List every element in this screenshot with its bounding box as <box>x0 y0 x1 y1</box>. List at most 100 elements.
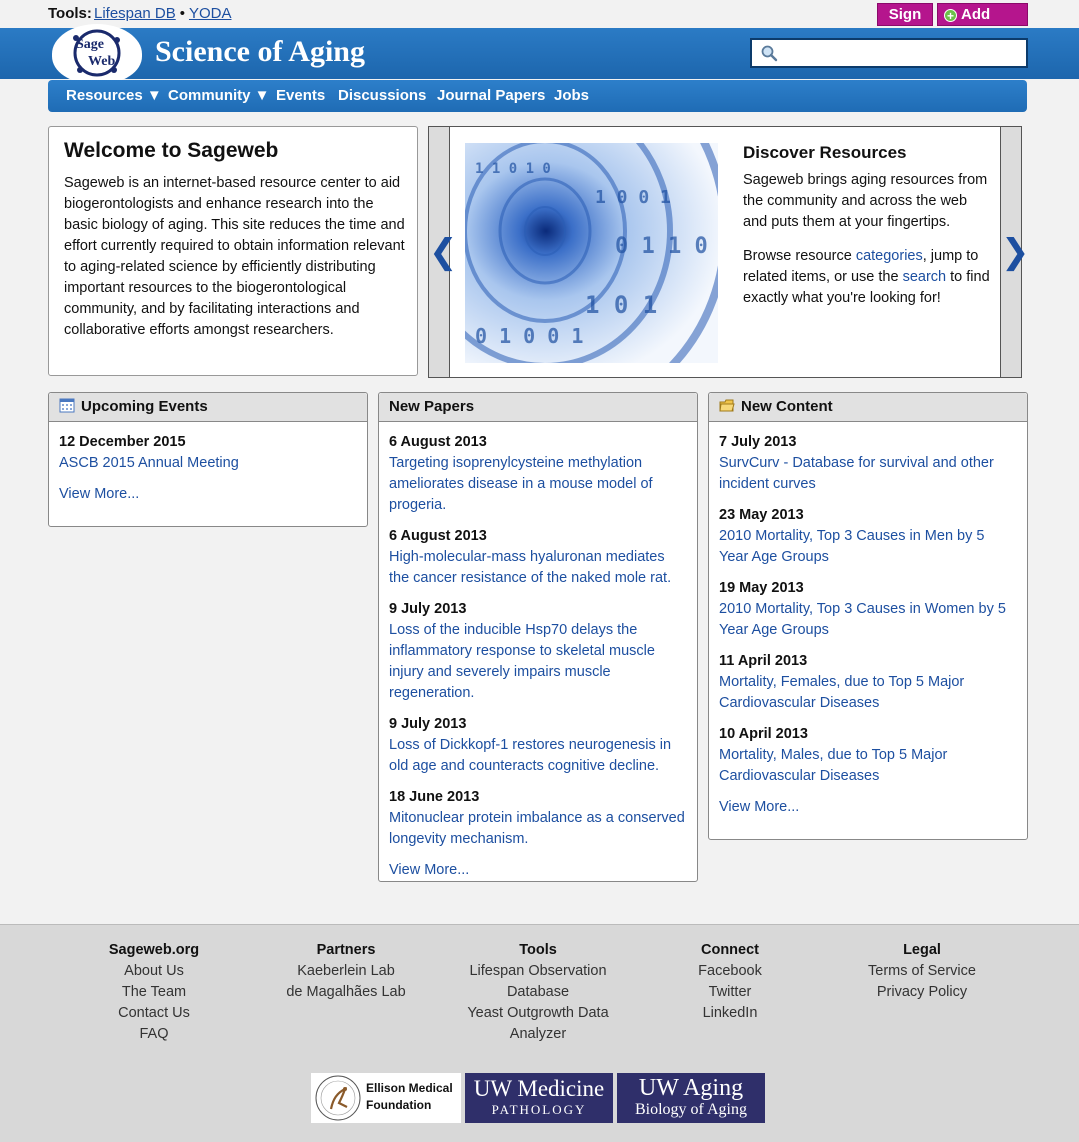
event-link[interactable]: ASCB 2015 Annual Meeting <box>59 455 239 471</box>
events-view-more-link[interactable]: View More... <box>59 484 357 505</box>
footer-col-title: Sageweb.org <box>108 942 200 958</box>
content-date: 11 April 2013 <box>719 653 808 669</box>
content-link[interactable]: Mortality, Males, due to Top 5 Major Car… <box>719 747 947 784</box>
new-content-list: 7 July 2013 SurvCurv - Database for surv… <box>709 422 1027 818</box>
new-papers-list: 6 August 2013 Targeting isoprenylcystein… <box>379 422 697 881</box>
new-content-title: New Content <box>741 398 833 415</box>
nav-resources[interactable]: Resources ▼ <box>66 87 162 104</box>
sign-in-button[interactable]: Sign In <box>877 3 933 44</box>
svg-text:1 1 0 1 0: 1 1 0 1 0 <box>475 161 551 177</box>
footer-link-privacy[interactable]: Privacy Policy <box>852 982 992 1003</box>
search-icon <box>761 45 778 62</box>
new-papers-title: New Papers <box>389 398 475 415</box>
content-date: 19 May 2013 <box>719 580 804 596</box>
new-content-panel: New Content 7 July 2013 SurvCurv - Datab… <box>708 392 1028 840</box>
upcoming-events-header: Upcoming Events <box>49 393 367 422</box>
content-date: 23 May 2013 <box>719 507 804 523</box>
uw-medicine-pathology-logo[interactable]: UW Medicine PATHOLOGY <box>465 1073 613 1123</box>
paper-date: 6 August 2013 <box>389 434 487 450</box>
footer-link-twitter[interactable]: Twitter <box>670 982 790 1003</box>
nav-events[interactable]: Events <box>276 87 325 104</box>
svg-text:0 1 1 0: 0 1 1 0 <box>615 234 708 259</box>
paper-date: 6 August 2013 <box>389 528 487 544</box>
categories-link[interactable]: categories <box>856 248 923 264</box>
site-title: Science of Aging <box>155 35 365 68</box>
upcoming-events-panel: Upcoming Events 12 December 2015 ASCB 20… <box>48 392 368 527</box>
paper-date: 9 July 2013 <box>389 601 467 617</box>
lifespan-db-link[interactable]: Lifespan DB <box>94 5 176 22</box>
svg-text:1 0 1: 1 0 1 <box>585 291 657 319</box>
paper-link[interactable]: High-molecular-mass hyaluronan mediates … <box>389 549 671 586</box>
footer-col-legal: Legal Terms of Service Privacy Policy <box>852 940 992 1003</box>
footer-link-about[interactable]: About Us <box>94 961 214 982</box>
list-item: 19 May 2013 2010 Mortality, Top 3 Causes… <box>719 578 1017 641</box>
list-item: 9 July 2013 Loss of Dickkopf-1 restores … <box>389 714 687 777</box>
footer-col-tools: Tools Lifespan Observation Database Yeas… <box>463 940 613 1045</box>
footer-link-kaeberlein[interactable]: Kaeberlein Lab <box>276 961 416 982</box>
yoda-link[interactable]: YODA <box>189 5 232 22</box>
search-input[interactable] <box>782 42 1022 64</box>
list-item: 6 August 2013 High-molecular-mass hyalur… <box>389 526 687 589</box>
footer-link-contact[interactable]: Contact Us <box>94 1003 214 1024</box>
welcome-title: Welcome to Sageweb <box>64 139 279 162</box>
add-post-button[interactable]: +Add Post <box>937 3 1028 44</box>
carousel-text-part: Browse resource <box>743 248 856 264</box>
content-link[interactable]: SurvCurv - Database for survival and oth… <box>719 455 994 492</box>
paper-link[interactable]: Mitonuclear protein imbalance as a conse… <box>389 810 685 847</box>
search-link[interactable]: search <box>903 269 947 285</box>
uwaging-line2: Biology of Aging <box>634 1101 747 1118</box>
uw-aging-logo[interactable]: UW Aging Biology of Aging <box>617 1073 765 1123</box>
footer-link-facebook[interactable]: Facebook <box>670 961 790 982</box>
nav-community[interactable]: Community ▼ <box>168 87 270 104</box>
tools-links: Lifespan DB • YODA <box>94 5 232 22</box>
logo-text-web: Web <box>88 54 115 69</box>
footer-link-yeast[interactable]: Yeast Outgrowth Data Analyzer <box>463 1003 613 1045</box>
papers-view-more-link[interactable]: View More... <box>389 860 687 881</box>
upcoming-events-title: Upcoming Events <box>81 398 208 415</box>
content-view-more-link[interactable]: View More... <box>719 797 1017 818</box>
list-item: 11 April 2013 Mortality, Females, due to… <box>719 651 1017 714</box>
nav-jobs[interactable]: Jobs <box>554 87 589 104</box>
content-link[interactable]: 2010 Mortality, Top 3 Causes in Women by… <box>719 601 1006 638</box>
footer-link-terms[interactable]: Terms of Service <box>852 961 992 982</box>
paper-date: 9 July 2013 <box>389 716 467 732</box>
tools-label: Tools: <box>48 5 92 22</box>
content-date: 7 July 2013 <box>719 434 797 450</box>
carousel-prev-button[interactable]: ❮ <box>429 127 458 377</box>
nav-journal-papers[interactable]: Journal Papers <box>437 87 545 104</box>
carousel-next-button[interactable]: ❯ <box>1000 127 1030 377</box>
main-nav: Resources ▼ Community ▼ Events Discussio… <box>48 80 1027 112</box>
ellison-foundation-logo[interactable]: Ellison Medical Foundation <box>311 1073 461 1123</box>
ellison-line1: Ellison Medical <box>366 1081 453 1095</box>
footer-link-faq[interactable]: FAQ <box>94 1024 214 1045</box>
footer-link-lifespan[interactable]: Lifespan Observation Database <box>463 961 613 1003</box>
sageweb-logo-icon: Sage Web <box>73 29 121 77</box>
chevron-left-icon: ❮ <box>429 233 458 271</box>
list-item: 7 July 2013 SurvCurv - Database for surv… <box>719 432 1017 495</box>
nav-discussions[interactable]: Discussions <box>338 87 426 104</box>
uwmed-line2: PATHOLOGY <box>491 1102 587 1117</box>
new-papers-panel: New Papers 6 August 2013 Targeting isopr… <box>378 392 698 882</box>
welcome-body: Sageweb is an internet-based resource ce… <box>64 175 405 338</box>
paper-link[interactable]: Loss of the inducible Hsp70 delays the i… <box>389 622 655 701</box>
new-content-header: New Content <box>709 393 1027 422</box>
paper-date: 18 June 2013 <box>389 789 480 805</box>
content-link[interactable]: Mortality, Females, due to Top 5 Major C… <box>719 674 964 711</box>
footer-link-linkedin[interactable]: LinkedIn <box>670 1003 790 1024</box>
paper-link[interactable]: Targeting isoprenylcysteine methylation … <box>389 455 653 513</box>
paper-link[interactable]: Loss of Dickkopf-1 restores neurogenesis… <box>389 737 671 774</box>
sageweb-logo[interactable]: Sage Web <box>52 24 142 84</box>
content-date: 10 April 2013 <box>719 726 808 742</box>
content-link[interactable]: 2010 Mortality, Top 3 Causes in Men by 5… <box>719 528 984 565</box>
uwaging-line1: UW Aging <box>638 1075 744 1101</box>
footer-col-title: Partners <box>316 942 376 958</box>
search-box[interactable] <box>750 38 1028 68</box>
svg-text:0 1 0 0 1: 0 1 0 0 1 <box>475 324 583 348</box>
carousel-text: Sageweb brings aging resources from the … <box>743 172 988 230</box>
list-item: 9 July 2013 Loss of the inducible Hsp70 … <box>389 599 687 704</box>
folder-icon <box>719 399 735 412</box>
list-item: 6 August 2013 Targeting isoprenylcystein… <box>389 432 687 516</box>
footer-link-team[interactable]: The Team <box>94 982 214 1003</box>
footer-link-demagalhaes[interactable]: de Magalhães Lab <box>276 982 416 1003</box>
tools-separator: • <box>179 5 185 22</box>
